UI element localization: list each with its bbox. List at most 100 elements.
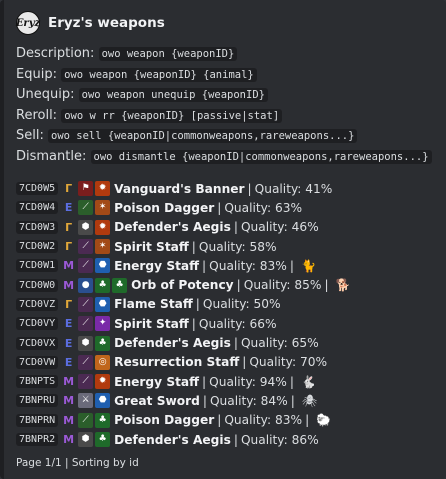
command-label: Reroll: [16, 107, 58, 123]
command-line: Equip: owo weapon {weaponID} {animal} [16, 65, 436, 86]
spider-pet-icon: 🕷 [301, 393, 318, 408]
rank-mythic-icon: M [63, 278, 75, 292]
weapon-name: Poison Dagger [114, 413, 215, 428]
weapon-id: 7BNPTS [16, 375, 59, 389]
spark-icon: ✦ [95, 316, 111, 332]
command-code: owo weapon {weaponID} [98, 47, 238, 61]
command-label: Description: [16, 46, 95, 61]
thorns-icon: ✶ [95, 239, 111, 255]
weapon-row: 7CD0W2 Γ ⟋ ✶ Spirit Staff | Quality: 58% [16, 237, 436, 256]
weapon-name: Defender's Aegis [114, 336, 231, 351]
command-label: Sell: [16, 128, 44, 143]
weapon-name: Energy Staff [114, 374, 200, 389]
weapon-quality: Quality: 65% [240, 336, 319, 351]
weapon-id: 7CD0W1 [16, 259, 59, 273]
command-label: Unequip: [16, 87, 75, 102]
weapon-row: 7CD0W4 Ε ⟋ ✶ Poison Dagger | Quality: 63% [16, 198, 436, 217]
command-line: Unequip: owo weapon unequip {weaponID} [16, 85, 436, 106]
author-name[interactable]: Eryz's weapons [48, 15, 165, 31]
shield-blue-icon: ⬣ [95, 258, 111, 274]
rank-common-icon: Γ [65, 220, 73, 234]
author-avatar[interactable]: Eryz [16, 11, 40, 35]
weapon-row: 7CD0W3 Γ ⬢ ✹ Defender's Aegis | Quality: 46% [16, 218, 436, 237]
command-line: Description: owo weapon {weaponID} [16, 44, 436, 65]
leaf-icon: ♣ [112, 277, 128, 293]
weapon-quality: Quality: 63% [224, 200, 303, 215]
separator: | [233, 336, 238, 351]
weapon-row: 7BNPR2 M ⬢ ♣ Defender's Aegis | Quality: 86% [16, 430, 436, 449]
weapon-row: 7CD0W0 M ● ♣ ♣ Orb of Potency | Quality: 85% | 🐕 [16, 275, 436, 294]
weapon-name: Resurrection Staff [114, 355, 240, 370]
command-line: Reroll: owo w rr {weaponID} [passive|sta… [16, 106, 436, 127]
weapon-list: 7CD0W5 Γ ⚑ ✹ Vanguard's Banner | Quality: 41% 7… [16, 179, 436, 449]
command-code: owo sell {weaponID|commonweapons,rarewea… [48, 129, 358, 143]
separator: | [195, 297, 200, 312]
rank-common-icon: Γ [65, 240, 73, 254]
separator: | [233, 220, 238, 235]
weapon-name: Poison Dagger [114, 200, 215, 215]
rank-uncommon-icon: Ε [64, 201, 73, 215]
weapon-quality: Quality: 66% [198, 316, 277, 331]
weapon-row: 7BNPRU M ⚔ ⬣ Great Sword | Quality: 84% | 🕷 [16, 391, 436, 410]
bunny-pet-icon: 🐇 [300, 374, 316, 389]
weapon-quality: Quality: 41% [254, 181, 333, 196]
weapon-id: 7CD0W2 [16, 240, 59, 254]
weapon-quality: Quality: 94% [209, 374, 287, 389]
shield-icon: ⬢ [78, 219, 94, 235]
embed-footer: Page 1/1 | Sorting by id [16, 457, 139, 470]
weapons-embed: Eryz Eryz's weapons Description: owo wea… [0, 0, 446, 479]
rank-mythic-icon: M [63, 433, 75, 446]
weapon-quality: Quality: 46% [240, 220, 319, 235]
weapon-quality: Quality: 86% [240, 432, 319, 447]
shield-icon: ⬢ [78, 335, 94, 351]
sheep-pet-icon: 🐑 [316, 413, 332, 428]
separator: | [324, 278, 329, 293]
weapon-name: Spirit Staff [114, 316, 189, 331]
separator: | [290, 393, 295, 408]
weapon-id: 7CD0W4 [16, 201, 59, 215]
staff-icon: ⟋ [78, 354, 94, 370]
embed-author: Eryz Eryz's weapons [16, 10, 436, 36]
staff-icon: ⟋ [78, 316, 94, 332]
weapon-row: 7CD0W1 M ⟋ ⬣ Energy Staff | Quality: 83% | 🐈 [16, 256, 436, 275]
rank-uncommon-icon: Ε [64, 317, 73, 331]
banner-icon: ⚑ [78, 181, 94, 197]
weapon-quality: Quality: 83% [224, 413, 303, 428]
weapon-id: 7CD0W5 [16, 182, 59, 196]
thorns-icon: ✶ [95, 200, 111, 216]
rank-common-icon: Γ [65, 297, 73, 311]
shield-icon: ⬢ [78, 432, 94, 447]
separator: | [202, 393, 207, 408]
weapon-id: 7CD0VX [16, 336, 59, 350]
staff-icon: ⟋ [78, 239, 94, 255]
weapon-row: 7BNPTS M ⟋ ✹ Energy Staff | Quality: 94% | 🐇 [16, 372, 436, 391]
weapon-row: 7CD0VZ Γ ⟋ ⬣ Flame Staff | Quality: 50% [16, 295, 436, 314]
rank-mythic-icon: M [63, 259, 75, 273]
weapon-id: 7CD0W3 [16, 220, 59, 234]
fire-icon: ✹ [95, 181, 111, 197]
leaf-icon: ♣ [95, 412, 111, 428]
weapon-name: Energy Staff [114, 258, 200, 273]
weapon-quality: Quality: 85% [243, 278, 322, 293]
staff-icon: ⟋ [78, 296, 94, 312]
separator: | [217, 413, 222, 428]
command-list: Description: owo weapon {weaponID} Equip:… [16, 44, 436, 167]
weapon-name: Vanguard's Banner [114, 181, 245, 196]
weapon-quality: Quality: 58% [198, 239, 277, 254]
weapon-id: 7CD0W0 [16, 278, 59, 292]
shield-blue-icon: ⬣ [95, 296, 111, 312]
separator: | [236, 278, 241, 293]
leaf-icon: ♣ [95, 277, 111, 293]
weapon-quality: Quality: 70% [249, 355, 328, 370]
command-line: Dismantle: owo dismantle {weaponID|commo… [16, 147, 436, 168]
rank-uncommon-icon: Ε [64, 355, 73, 369]
dagger-icon: ⟋ [78, 200, 94, 216]
command-code: owo dismantle {weaponID|commonweapons,ra… [90, 149, 432, 164]
fire-icon: ✹ [95, 374, 111, 390]
command-line: Sell: owo sell {weaponID|commonweapons,r… [16, 126, 436, 147]
weapon-name: Great Sword [114, 393, 200, 408]
sword-icon: ⚔ [78, 393, 94, 409]
weapon-row: 7BNPRN M ⟋ ♣ Poison Dagger | Quality: 83% | 🐑 [16, 411, 436, 430]
weapon-row: 7CD0VY Ε ⟋ ✦ Spirit Staff | Quality: 66% [16, 314, 436, 333]
cat-pet-icon: 🐈 [300, 258, 316, 273]
